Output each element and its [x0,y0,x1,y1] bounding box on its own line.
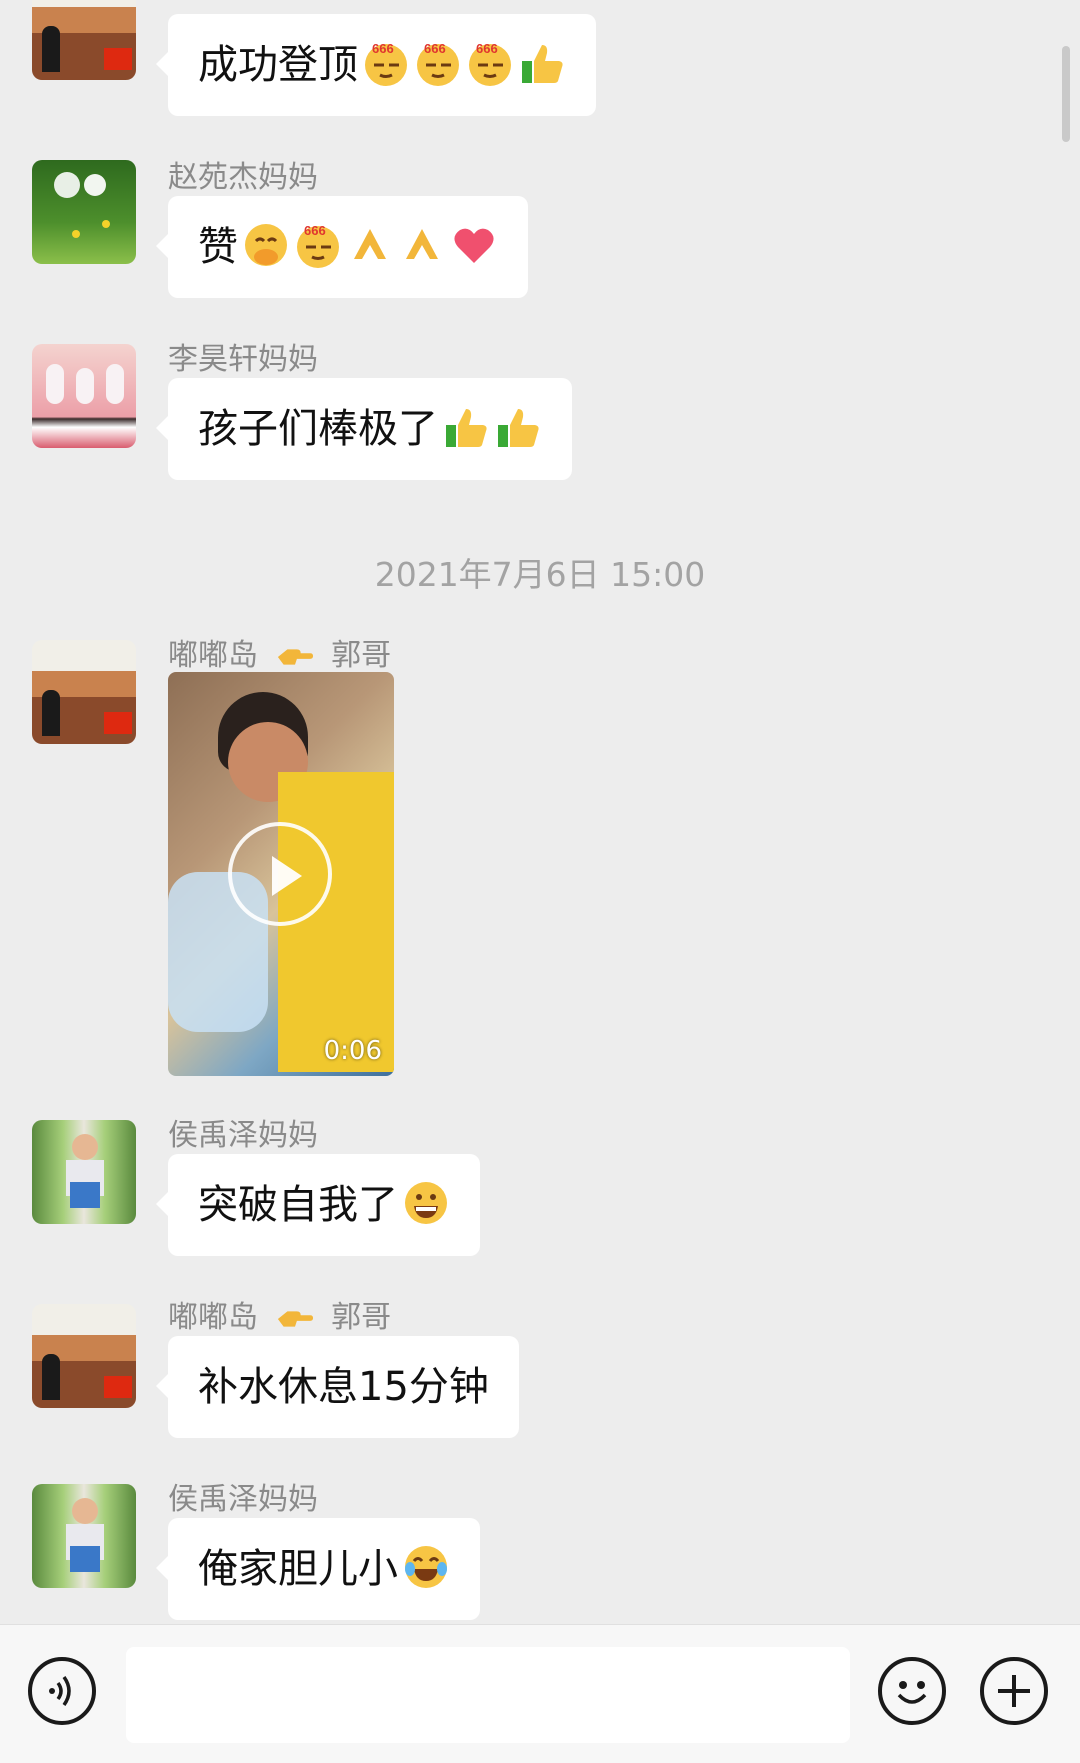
voice-icon[interactable] [28,1657,96,1725]
svg-text:666: 666 [476,41,498,56]
sender-name: 赵苑杰妈妈 [168,160,318,195]
message-text: 孩子们棒极了 [198,406,438,452]
sender-name-left: 嘟嘟岛 [168,638,258,673]
smug-666-emoji: 666 [417,41,459,86]
avatar-dudu[interactable] [32,0,136,80]
message-text: 俺家胆儿小 [198,1546,398,1592]
smug-666-emoji: 666 [297,223,339,268]
smug-666-emoji: 666 [365,41,407,86]
video-thumbnail[interactable]: 0:06 [168,672,394,1076]
input-bar [0,1624,1080,1763]
grin-hands-emoji [245,224,287,266]
message-text: 突破自我了 [198,1182,398,1228]
sender-name: 嘟嘟岛 郭哥 [168,1292,391,1336]
play-icon[interactable] [228,822,332,926]
chat-timestamp: 2021年7月6日 15:00 [374,555,706,594]
message-text: 成功登顶 [198,42,358,88]
thumbs-up-emoji [522,45,563,83]
emoji-icon[interactable] [878,1657,946,1725]
svg-text:666: 666 [372,41,394,56]
clap-emoji [354,229,386,259]
laugh-tears-emoji [405,1546,447,1588]
message-bubble[interactable]: 孩子们棒极了 [156,378,572,480]
svg-text:666: 666 [304,223,326,238]
svg-text:666: 666 [424,41,446,56]
avatar-kids[interactable] [32,1484,136,1588]
message-bubble[interactable]: 补水休息15分钟 [156,1336,519,1438]
avatar-dudu[interactable] [32,640,136,744]
avatar-bunnies[interactable] [32,344,136,448]
message-text: 赞 [198,224,238,270]
message-bubble[interactable]: 突破自我了 [156,1154,480,1256]
message-bubble[interactable]: 赞 666 [156,196,528,298]
heart-emoji [454,228,494,263]
sender-name-right: 郭哥 [331,1300,392,1335]
clap-emoji [406,229,438,259]
thumbs-up-emoji [446,409,487,447]
sender-name: 嘟嘟岛 郭哥 [168,630,391,674]
video-duration: 0:06 [323,1036,382,1066]
pointing-hand-emoji [277,648,313,665]
pointing-hand-emoji [277,1310,313,1327]
scrollbar[interactable] [1062,46,1070,142]
sender-name: 侯禹泽妈妈 [168,1118,318,1153]
chat-scroll-area[interactable]: 成功登顶 666 666 666 赵苑杰妈妈 赞 666 李昊轩妈妈 孩子们棒极了 20… [0,0,1080,1624]
sender-name: 李昊轩妈妈 [168,342,318,377]
avatar-kids[interactable] [32,1120,136,1224]
message-text: 补水休息15分钟 [198,1364,489,1410]
sender-name-right: 郭哥 [331,638,392,673]
avatar-dudu[interactable] [32,1304,136,1408]
plus-icon[interactable] [980,1657,1048,1725]
sender-name-left: 嘟嘟岛 [168,1300,258,1335]
message-input[interactable] [126,1647,850,1743]
sender-name: 侯禹泽妈妈 [168,1482,318,1517]
thumbs-up-emoji [498,409,539,447]
message-bubble[interactable]: 成功登顶 666 666 666 [156,14,596,116]
message-bubble[interactable]: 俺家胆儿小 [156,1518,480,1620]
avatar-dandelion[interactable] [32,160,136,264]
grin-emoji [405,1182,447,1224]
smug-666-emoji: 666 [469,41,511,86]
